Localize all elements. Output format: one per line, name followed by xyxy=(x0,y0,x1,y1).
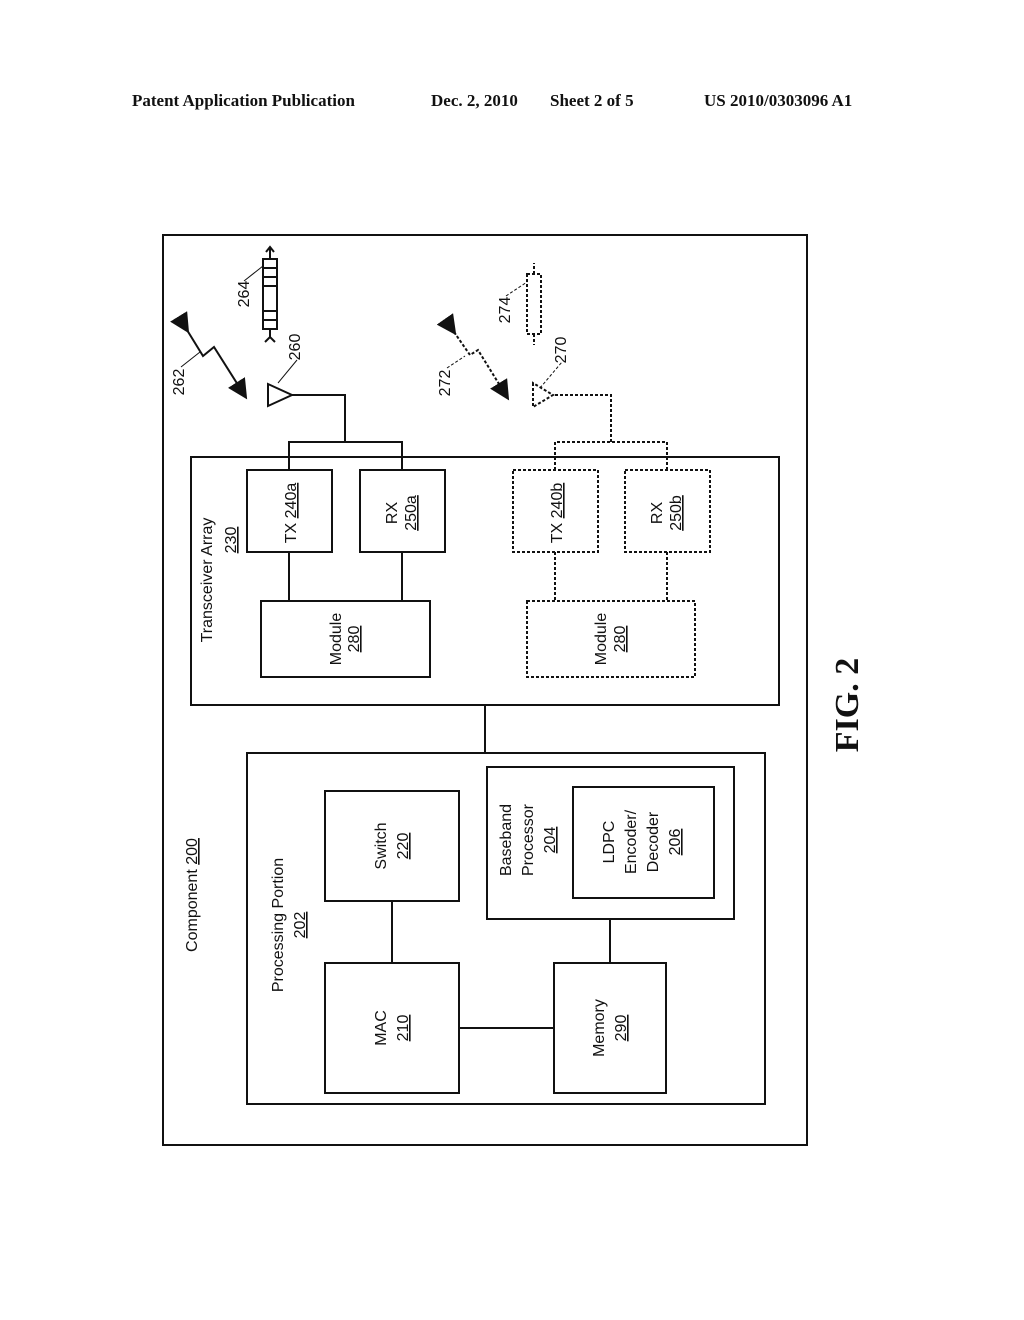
rx-a-name: RX xyxy=(384,502,401,525)
tx-a-label: TX 240a xyxy=(283,483,300,544)
ldpc-line1: LDPC xyxy=(601,821,618,864)
transceiver-array-name: Transceiver Array xyxy=(199,518,216,643)
mac-name: MAC xyxy=(373,1010,390,1046)
component-label: Component 200 xyxy=(184,838,201,952)
tx-b-label: TX 240b xyxy=(549,483,566,544)
ref-270: 270 xyxy=(553,337,570,364)
packet-a-icon xyxy=(262,258,278,330)
antenna-a-icon xyxy=(267,382,295,408)
transceiver-array-ref: 230 xyxy=(223,527,240,554)
baseband-line1: Baseband xyxy=(498,804,515,876)
figure-label: FIG. 2 xyxy=(829,658,866,752)
rx-a-ref: 250a xyxy=(403,495,420,531)
switch-name: Switch xyxy=(373,822,390,869)
packet-b-icon xyxy=(526,273,542,335)
ref-274: 274 xyxy=(497,297,514,324)
antenna-b-icon xyxy=(532,381,555,409)
module-b-box xyxy=(526,600,696,678)
module-b-name: Module xyxy=(593,613,610,666)
ref-262: 262 xyxy=(171,369,188,396)
module-a-ref: 280 xyxy=(346,626,363,653)
processing-portion-ref: 202 xyxy=(292,912,309,939)
block-diagram: TX 240a RX 250a Module 280 Transceiver A… xyxy=(162,234,866,1146)
transceiver-array-box xyxy=(190,456,780,706)
switch-ref: 220 xyxy=(395,833,412,860)
memory-name: Memory xyxy=(591,999,608,1057)
ref-272: 272 xyxy=(437,370,454,397)
rx-b-ref: 250b xyxy=(668,495,685,531)
module-a-name: Module xyxy=(328,613,345,666)
component-frame xyxy=(162,234,808,1146)
signal-b-icon xyxy=(436,313,510,401)
ref-260: 260 xyxy=(287,334,304,361)
processing-portion-name: Processing Portion xyxy=(270,858,287,992)
mac-box xyxy=(324,962,460,1094)
ldpc-line3: Decoder xyxy=(645,811,662,872)
baseband-line2: Processor xyxy=(520,803,537,876)
ldpc-ref: 206 xyxy=(667,829,684,856)
switch-box xyxy=(324,790,460,902)
baseband-ref: 204 xyxy=(542,827,559,854)
memory-ref: 290 xyxy=(613,1015,630,1042)
rx-b-name: RX xyxy=(649,502,666,525)
memory-box xyxy=(553,962,667,1094)
ldpc-line2: Encoder/ xyxy=(623,809,640,874)
signal-a-icon xyxy=(170,311,248,400)
mac-ref: 210 xyxy=(395,1015,412,1042)
ref-264: 264 xyxy=(236,281,253,308)
module-b-ref: 280 xyxy=(612,626,629,653)
ldpc-box xyxy=(572,786,715,899)
